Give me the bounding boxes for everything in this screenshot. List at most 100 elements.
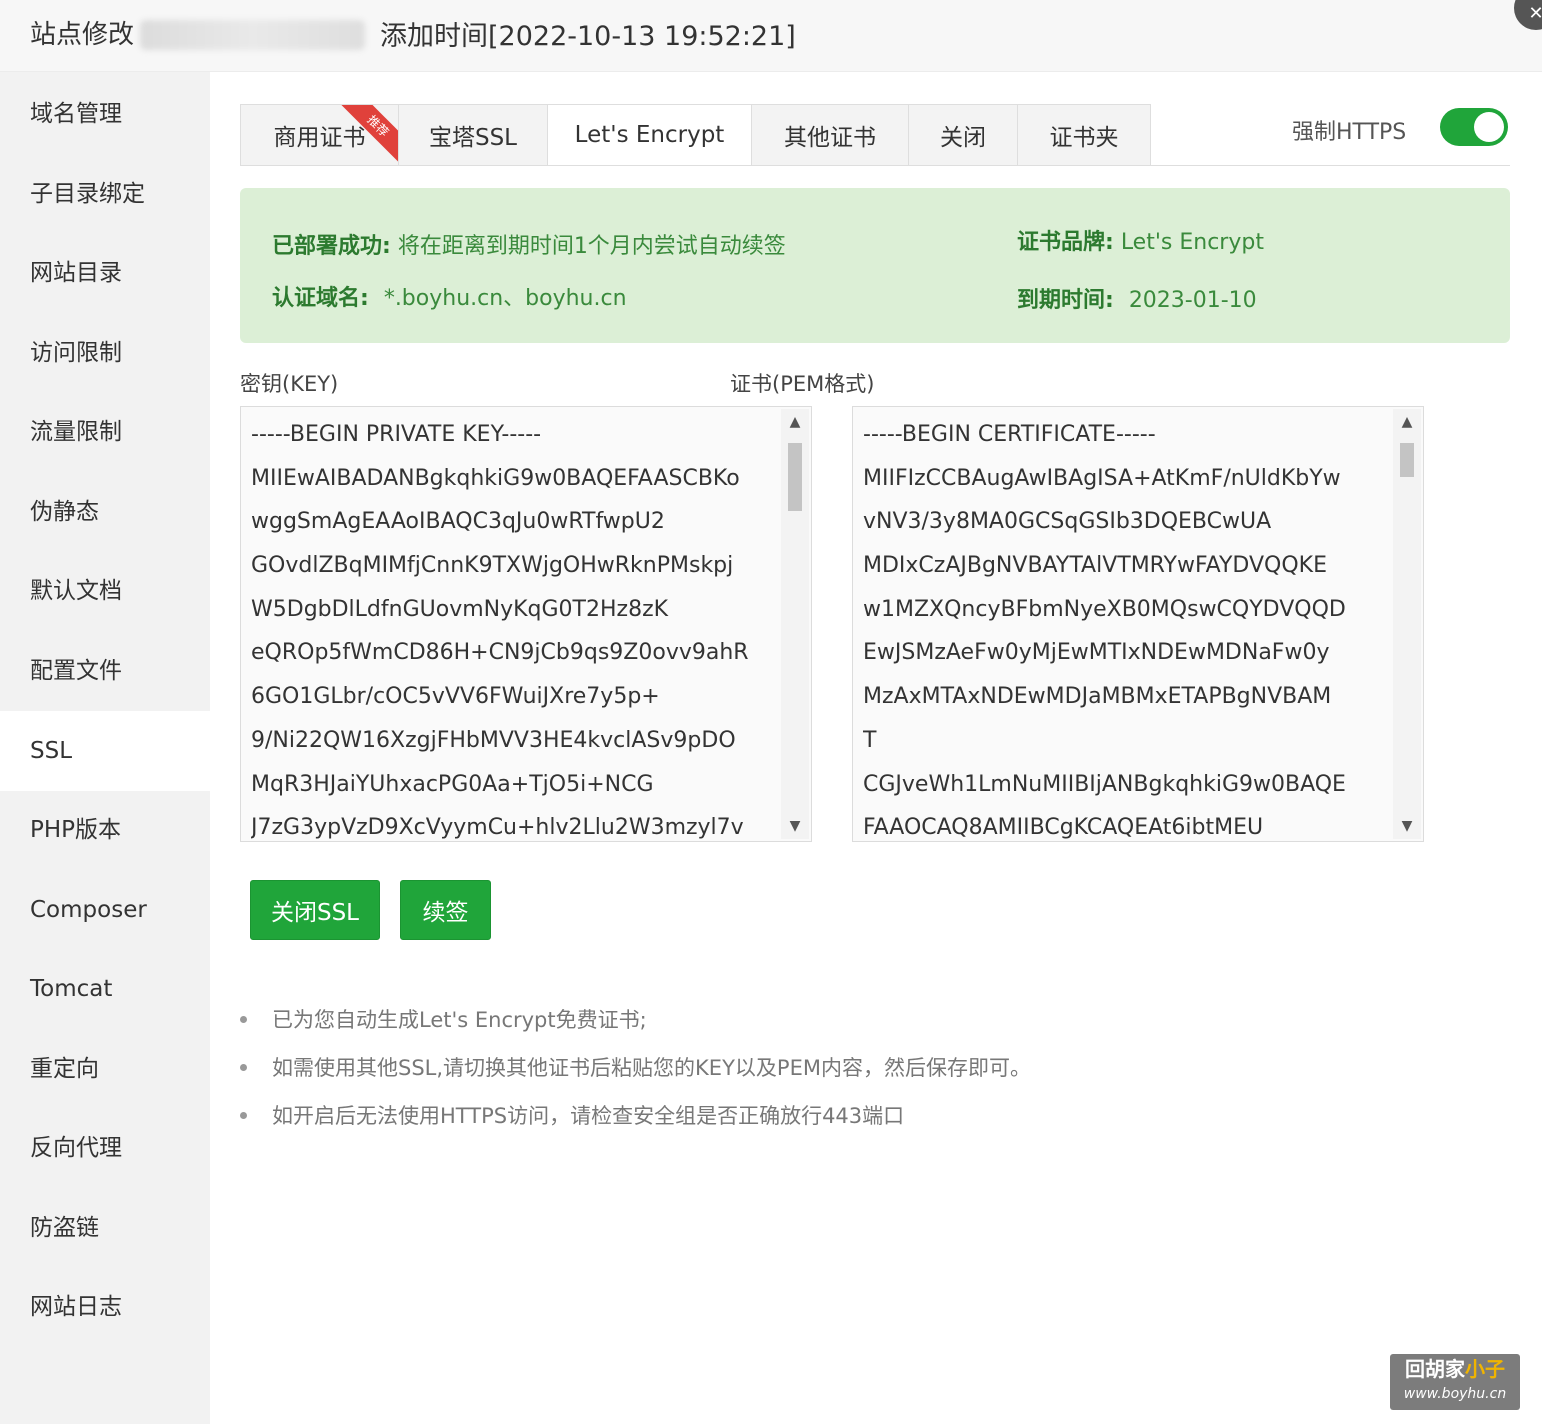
cert-brand: 证书品牌: Let's Encrypt — [1017, 224, 1264, 256]
private-key-content: -----BEGIN PRIVATE KEY----- MIIEwAIBADAN… — [251, 413, 779, 841]
cert-line: vNV3/3y8MA0GCSqGSIb3DQEBCwUA — [863, 509, 1272, 535]
cert-line: w1MZXQncyBFbmNyeXB0MQswCQYDVQQD — [863, 596, 1346, 622]
sidebar-item-rewrite[interactable]: 伪静态 — [0, 472, 210, 552]
certificate-textarea[interactable]: -----BEGIN CERTIFICATE----- MIIFIzCCBAug… — [852, 406, 1424, 842]
ssl-status-box: 已部署成功: 将在距离到期时间1个月内尝试自动续签 认证域名: *.boyhu.… — [240, 188, 1510, 343]
cert-label: 证书(PEM格式) — [730, 372, 875, 396]
cert-expiry-key: 到期时间: — [1017, 288, 1114, 313]
tip-text: 如开启后无法使用HTTPS访问，请检查安全组是否正确放行443端口 — [272, 1104, 905, 1128]
tab-commercial-cert[interactable]: 商用证书 推荐 — [240, 104, 398, 166]
sidebar-item-tomcat[interactable]: Tomcat — [0, 949, 210, 1029]
list-item: 如需使用其他SSL,请切换其他证书后粘贴您的KEY以及PEM内容，然后保存即可。 — [240, 1044, 1031, 1092]
watermark-title: 回胡家小子 — [1390, 1354, 1520, 1384]
bullet-icon — [240, 1112, 247, 1119]
sidebar-item-access-limit[interactable]: 访问限制 — [0, 313, 210, 393]
cert-line: EwJSMzAeFw0yMjEwMTIxNDEwMDNaFw0y — [863, 640, 1330, 666]
deploy-status: 已部署成功: 将在距离到期时间1个月内尝试自动续签 — [272, 228, 786, 260]
key-scroll-thumb[interactable] — [788, 443, 802, 511]
tab-label: 其他证书 — [784, 125, 876, 151]
tab-divider — [240, 165, 1510, 166]
deploy-status-key: 已部署成功: — [272, 234, 391, 259]
sidebar-item-default-doc[interactable]: 默认文档 — [0, 551, 210, 631]
sidebar-item-hotlink[interactable]: 防盗链 — [0, 1188, 210, 1268]
tab-other-cert[interactable]: 其他证书 — [751, 104, 908, 166]
ssl-panel: 商用证书 推荐 宝塔SSL Let's Encrypt 其他证书 关闭 证书夹 … — [210, 72, 1542, 1424]
watermark-url: www.boyhu.cn — [1403, 1386, 1507, 1402]
bullet-icon — [240, 1064, 247, 1071]
key-line: 6GO1GLbr/cOC5vVV6FWuiJXre7y5p+ — [251, 684, 660, 710]
tab-label: Let's Encrypt — [574, 122, 725, 148]
watermark-accent: 小子 — [1465, 1357, 1505, 1381]
tab-label: 商用证书 — [273, 125, 366, 151]
certificate-content: -----BEGIN CERTIFICATE----- MIIFIzCCBAug… — [863, 413, 1391, 841]
sidebar-item-subdir[interactable]: 子目录绑定 — [0, 154, 210, 234]
list-item: 如开启后无法使用HTTPS访问，请检查安全组是否正确放行443端口 — [240, 1092, 1031, 1140]
toggle-knob — [1474, 112, 1504, 142]
key-line: GOvdlZBqMIMfjCnnK9TXWjgOHwRknPMskpj — [251, 553, 734, 579]
tip-text: 已为您自动生成Let's Encrypt免费证书; — [272, 1008, 647, 1032]
sidebar-item-ssl[interactable]: SSL — [0, 711, 210, 791]
list-item: 已为您自动生成Let's Encrypt免费证书; — [240, 996, 1031, 1044]
sidebar-item-reverse-proxy[interactable]: 反向代理 — [0, 1108, 210, 1188]
cert-scrollbar[interactable]: ▲ ▼ — [1393, 409, 1421, 839]
sidebar-item-site-log[interactable]: 网站日志 — [0, 1267, 210, 1347]
key-line: wggSmAgEAAoIBAQC3qJu0wRTfwpU2 — [251, 509, 665, 535]
tab-close[interactable]: 关闭 — [908, 104, 1017, 166]
cert-line: T — [863, 727, 877, 753]
window-title: 站点修改 — [30, 20, 135, 50]
key-line: 9/Ni22QW16XzgjFHbMVV3HE4kvclASv9pDO — [251, 727, 736, 753]
tab-label: 宝塔SSL — [428, 125, 517, 151]
deploy-status-value: 将在距离到期时间1个月内尝试自动续签 — [397, 234, 786, 259]
watermark-part: 回胡家 — [1405, 1357, 1465, 1381]
cert-domains-value: *.boyhu.cn、boyhu.cn — [383, 286, 627, 311]
sidebar-item-domain[interactable]: 域名管理 — [0, 74, 210, 154]
cert-scroll-thumb[interactable] — [1400, 443, 1414, 477]
cert-expiry-value: 2023-01-10 — [1128, 288, 1257, 313]
cert-brand-value: Let's Encrypt — [1120, 230, 1264, 255]
close-ssl-button[interactable]: 关闭SSL — [250, 880, 380, 940]
tab-label: 证书夹 — [1049, 125, 1119, 151]
key-line: MqR3HJaiYUhxacPG0Aa+TjO5i+NCG — [251, 771, 654, 797]
cert-line: MIIFIzCCBAugAwIBAgISA+AtKmF/nUldKbYw — [863, 465, 1341, 491]
cert-brand-key: 证书品牌: — [1017, 230, 1114, 255]
sidebar-item-php[interactable]: PHP版本 — [0, 790, 210, 870]
force-https-toggle[interactable] — [1440, 108, 1508, 146]
tab-cert-folder[interactable]: 证书夹 — [1017, 104, 1151, 166]
scroll-down-icon[interactable]: ▼ — [1393, 815, 1421, 837]
key-line: MIIEwAIBADANBgkqhkiG9w0BAQEFAASCBKo — [251, 465, 740, 491]
sidebar-item-site-dir[interactable]: 网站目录 — [0, 233, 210, 313]
key-label: 密钥(KEY) — [240, 372, 339, 396]
tips-list: 已为您自动生成Let's Encrypt免费证书; 如需使用其他SSL,请切换其… — [240, 996, 1031, 1140]
key-line: J7zG3ypVzD9XcVyymCu+hlv2Llu2W3mzyl7v — [251, 815, 744, 841]
cert-line: MDIxCzAJBgNVBAYTAlVTMRYwFAYDVQQKE — [863, 553, 1327, 579]
tab-bt-ssl[interactable]: 宝塔SSL — [398, 104, 547, 166]
tab-lets-encrypt[interactable]: Let's Encrypt — [547, 104, 751, 166]
sidebar-item-redirect[interactable]: 重定向 — [0, 1029, 210, 1109]
sidebar-item-composer[interactable]: Composer — [0, 870, 210, 950]
sidebar: 域名管理 子目录绑定 网站目录 访问限制 流量限制 伪静态 默认文档 配置文件 … — [0, 72, 210, 1424]
tab-label: 关闭 — [940, 125, 986, 151]
cert-line: CGJveWh1LmNuMIIBIjANBgkqhkiG9w0BAQE — [863, 771, 1346, 797]
cert-domains: 认证域名: *.boyhu.cn、boyhu.cn — [272, 280, 627, 312]
cert-line: MzAxMTAxNDEwMDJaMBMxETAPBgNVBAM — [863, 684, 1332, 710]
key-line: eQROp5fWmCD86H+CN9jCb9qs9Z0ovv9ahR — [251, 640, 749, 666]
bullet-icon — [240, 1016, 247, 1023]
close-icon[interactable]: ✕ — [1514, 0, 1542, 30]
tip-text: 如需使用其他SSL,请切换其他证书后粘贴您的KEY以及PEM内容，然后保存即可。 — [272, 1056, 1031, 1080]
sidebar-item-traffic-limit[interactable]: 流量限制 — [0, 392, 210, 472]
key-line: W5DgbDlLdfnGUovmNyKqG0T2Hz8zK — [251, 596, 669, 622]
cert-domains-key: 认证域名: — [272, 286, 369, 311]
force-https-label: 强制HTTPS — [1292, 120, 1407, 145]
cert-line: -----BEGIN CERTIFICATE----- — [863, 422, 1156, 447]
key-scrollbar[interactable]: ▲ ▼ — [781, 409, 809, 839]
scroll-down-icon[interactable]: ▼ — [781, 815, 809, 837]
key-line: -----BEGIN PRIVATE KEY----- — [251, 422, 542, 447]
ssl-tabs: 商用证书 推荐 宝塔SSL Let's Encrypt 其他证书 关闭 证书夹 — [240, 104, 1151, 166]
added-time: 添加时间[2022-10-13 19:52:21] — [380, 21, 796, 52]
watermark-logo: 回胡家小子 www.boyhu.cn — [1390, 1354, 1520, 1410]
private-key-textarea[interactable]: -----BEGIN PRIVATE KEY----- MIIEwAIBADAN… — [240, 406, 812, 842]
sidebar-item-config[interactable]: 配置文件 — [0, 631, 210, 711]
renew-button[interactable]: 续签 — [400, 880, 491, 940]
scroll-up-icon[interactable]: ▲ — [781, 411, 809, 433]
scroll-up-icon[interactable]: ▲ — [1393, 411, 1421, 433]
